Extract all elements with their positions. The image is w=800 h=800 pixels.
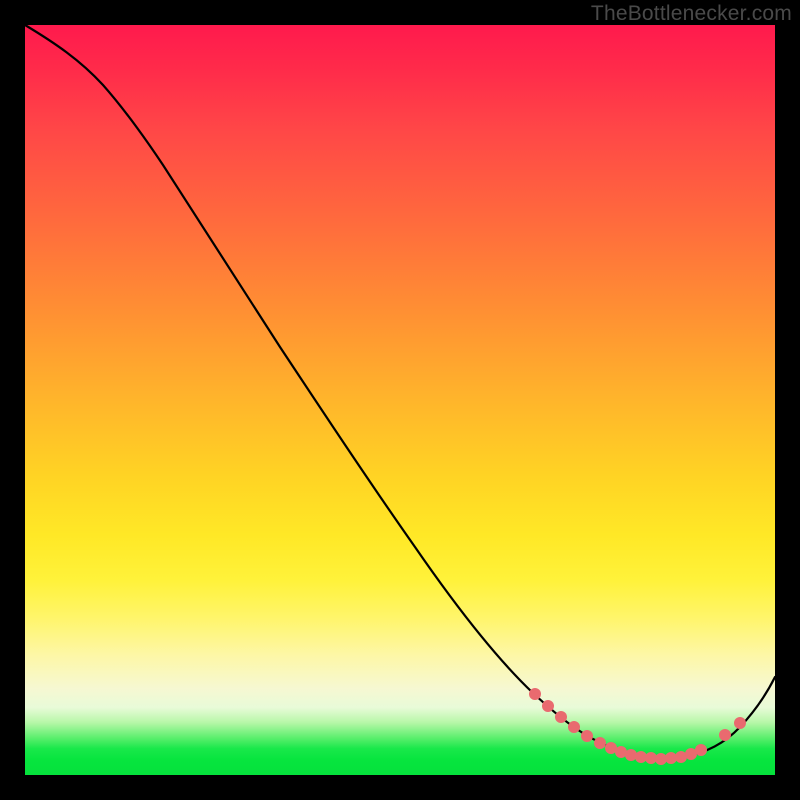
marker-dot (625, 749, 637, 761)
marker-dot (529, 688, 541, 700)
marker-dot (734, 717, 746, 729)
marker-dot (594, 737, 606, 749)
watermark-text: TheBottlenecker.com (591, 2, 792, 26)
marker-group (529, 688, 746, 765)
marker-dot (695, 744, 707, 756)
marker-dot (581, 730, 593, 742)
marker-dot (555, 711, 567, 723)
marker-dot (568, 721, 580, 733)
marker-dot (719, 729, 731, 741)
bottleneck-curve (25, 25, 775, 758)
marker-dot (542, 700, 554, 712)
chart-frame (25, 25, 775, 775)
chart-svg (25, 25, 775, 775)
